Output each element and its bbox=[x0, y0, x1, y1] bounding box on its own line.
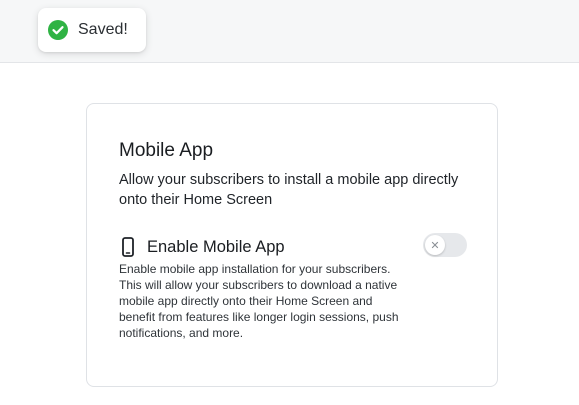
check-circle-icon bbox=[48, 20, 68, 40]
smartphone-icon bbox=[119, 237, 137, 257]
enable-mobile-app-toggle[interactable]: ✕ bbox=[423, 233, 467, 257]
toast-message: Saved! bbox=[78, 21, 128, 38]
close-icon: ✕ bbox=[430, 238, 440, 252]
saved-toast: Saved! bbox=[38, 8, 146, 52]
card-title: Mobile App bbox=[119, 140, 214, 161]
setting-label: Enable Mobile App bbox=[147, 237, 285, 256]
setting-help-text: Enable mobile app installation for your … bbox=[119, 262, 399, 340]
toggle-knob: ✕ bbox=[425, 235, 445, 255]
card-description: Allow your subscribers to install a mobi… bbox=[119, 172, 459, 208]
enable-mobile-app-setting: Enable Mobile App bbox=[119, 235, 467, 259]
mobile-app-card: Mobile App Allow your subscribers to ins… bbox=[86, 103, 498, 387]
